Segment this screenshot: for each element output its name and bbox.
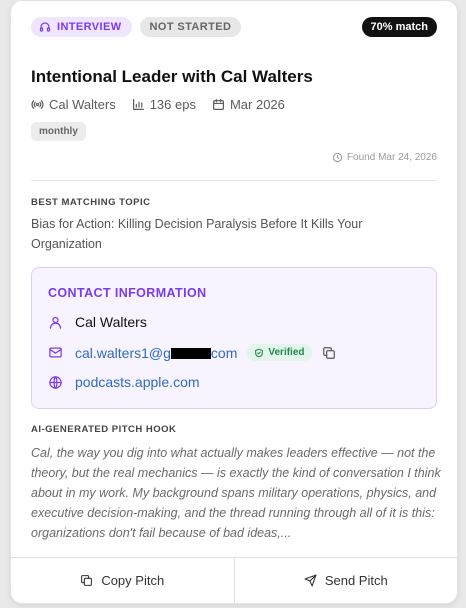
mail-icon (49, 347, 62, 358)
globe-icon (49, 375, 62, 389)
verified-badge: Verified (247, 344, 312, 361)
shield-check-icon (255, 348, 264, 357)
latest-date: Mar 2026 (229, 97, 285, 112)
match-badge: 70% match (361, 17, 437, 37)
calendar-icon (212, 99, 224, 110)
badge-row: INTERVIEW NOT STARTED 70% match (31, 17, 437, 37)
contact-name: Cal Walters (75, 314, 147, 330)
contact-panel: CONTACT INFORMATION Cal Walters cal.walt… (31, 267, 437, 409)
episode-count: 136 eps (149, 97, 196, 112)
meta-date: Mar 2026 (212, 97, 285, 112)
divider (31, 180, 437, 181)
send-icon (304, 574, 317, 587)
headphones-icon (39, 22, 51, 32)
topic-text: Bias for Action: Killing Decision Paraly… (31, 217, 363, 251)
found-date-label: Found Mar 24, 2026 (346, 152, 437, 163)
status-badge: NOT STARTED (139, 17, 242, 37)
copy-icon (81, 575, 93, 586)
contact-header: CONTACT INFORMATION (48, 286, 207, 300)
meta-host: Cal Walters (31, 97, 116, 112)
bar-chart-icon (132, 99, 144, 110)
contact-website-row: podcasts.apple.com (48, 374, 200, 390)
verified-label: Verified (268, 347, 305, 358)
hook-text: Cal, the way you dig into what actually … (31, 446, 441, 540)
frequency-tag: monthly (31, 122, 86, 141)
redacted-block (170, 348, 211, 360)
contact-name-row: Cal Walters (48, 314, 147, 330)
email-prefix: cal.walters1@g (75, 344, 171, 361)
contact-email-row: cal.walters1@g com Verified (48, 344, 348, 361)
email-suffix: com (210, 344, 238, 361)
contact-website[interactable]: podcasts.apple.com (75, 374, 200, 390)
hook-label: AI-GENERATED PITCH HOOK (31, 424, 177, 435)
clock-icon (332, 152, 343, 163)
copy-pitch-label: Copy Pitch (101, 573, 165, 588)
copy-pitch-button[interactable]: Copy Pitch (11, 558, 234, 603)
copy-email-button[interactable] (322, 346, 348, 360)
podcast-title: Intentional Leader with Cal Walters (31, 67, 313, 86)
contact-email[interactable]: cal.walters1@g com (75, 345, 237, 361)
topic-label: BEST MATCHING TOPIC (31, 197, 151, 208)
send-pitch-label: Send Pitch (324, 573, 388, 588)
send-pitch-button[interactable]: Send Pitch (233, 558, 458, 603)
meta-episodes: 136 eps (132, 97, 196, 112)
interview-badge: INTERVIEW (31, 17, 132, 37)
podcast-card: INTERVIEW NOT STARTED 70% match Intentio… (10, 0, 458, 604)
podcast-meta: Cal Walters 136 eps Mar 2026 (31, 97, 301, 112)
broadcast-icon (31, 100, 44, 109)
host-name: Cal Walters (49, 97, 116, 112)
found-date: Found Mar 24, 2026 (332, 152, 437, 163)
interview-badge-label: INTERVIEW (57, 21, 122, 33)
user-icon (49, 316, 62, 329)
copy-icon (322, 346, 335, 359)
action-bar: Copy Pitch Send Pitch (11, 557, 457, 603)
